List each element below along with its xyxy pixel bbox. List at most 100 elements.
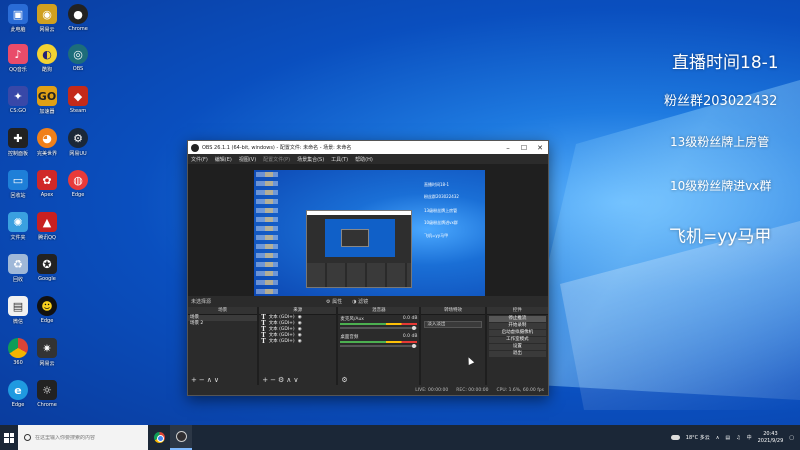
desktop-icon[interactable]: ✚ 控制面板: [3, 128, 33, 157]
filters-button[interactable]: ◑ 滤镜: [352, 298, 368, 305]
qq-icon: ☻: [37, 296, 57, 316]
desktop-icon[interactable]: 360: [3, 338, 33, 366]
desktop-icon[interactable]: ▲ 腾讯QQ: [32, 212, 62, 241]
slider-knob[interactable]: [412, 326, 417, 330]
overlay-fan-group: 粉丝群203022432: [664, 94, 778, 109]
edge-icon: e: [8, 380, 28, 400]
obs-app-icon: ●: [68, 4, 88, 24]
transition-select[interactable]: 淡入淡出: [424, 321, 482, 328]
minimize-icon[interactable]: –: [500, 144, 516, 152]
start-button[interactable]: [0, 425, 18, 450]
app-icon: ◐: [37, 44, 57, 64]
studio-mode-button[interactable]: 工作室模式: [488, 337, 546, 343]
desktop-icon[interactable]: ☻ Edge: [32, 296, 62, 324]
mixer-channel: 桌面音频 0.0 dB: [338, 333, 419, 351]
maximize-icon[interactable]: ☐: [516, 144, 532, 152]
scene-item[interactable]: 场景 2: [188, 321, 257, 327]
source-toolbar: 未选择源 ⚙ 属性 ◑ 滤镜: [188, 296, 548, 306]
taskbar-chrome[interactable]: [148, 425, 170, 450]
obs-window-title: OBS 26.1.1 (64-bit, windows) - 配置文件: 未命名…: [202, 145, 352, 151]
preview-icons: [265, 172, 273, 298]
desktop-icon[interactable]: ✷ 网易云: [32, 338, 62, 367]
tray-chevron-icon[interactable]: ∧: [716, 435, 720, 441]
eye-icon[interactable]: ◉: [298, 339, 302, 345]
scenes-header: 场景: [188, 307, 258, 315]
properties-label: 属性: [332, 298, 343, 305]
network-icon[interactable]: ▤: [725, 435, 730, 441]
preview-overlay-text: 10级粉丝牌进vx群: [424, 220, 458, 225]
scene-toolbar[interactable]: +−∧∨: [188, 375, 257, 385]
desktop-icon[interactable]: ⚙ 网易UU: [63, 128, 93, 157]
desktop-icon[interactable]: ✿ Apex: [32, 170, 62, 198]
desktop-icon[interactable]: ▣ 此电脑: [3, 4, 33, 33]
desktop-icon[interactable]: ☼ Chrome: [32, 380, 62, 408]
desktop-icon[interactable]: ◉ 网易云: [32, 4, 62, 33]
obs-window[interactable]: OBS 26.1.1 (64-bit, windows) - 配置文件: 未命名…: [187, 140, 549, 396]
desktop-icon[interactable]: ✪ Google: [32, 254, 62, 282]
obs-preview[interactable]: 直播时间18-1 粉丝群203022432 13级粉丝牌上房管 10级粉丝牌进v…: [188, 164, 548, 302]
search-input[interactable]: [35, 434, 145, 441]
overlay-yy-account: 飞机=yy马甲: [669, 227, 772, 247]
recycle-bin-icon: ♻: [8, 254, 28, 274]
menu-help[interactable]: 帮助(H): [355, 156, 373, 163]
desktop-icon[interactable]: ◍ Edge: [63, 170, 93, 198]
menu-view[interactable]: 视图(V): [239, 156, 256, 163]
settings-button[interactable]: 设置: [488, 344, 546, 350]
volume-slider[interactable]: [340, 344, 418, 348]
desktop-icon[interactable]: ♻ 回收: [3, 254, 33, 283]
desktop-icon[interactable]: GO 加速器: [32, 86, 62, 115]
menu-tools[interactable]: 工具(T): [331, 156, 348, 163]
taskbar-obs[interactable]: [170, 425, 192, 450]
mixer-toolbar[interactable]: ⚙: [338, 375, 419, 385]
menu-profile[interactable]: 配置文件(P): [263, 156, 290, 163]
desktop-icon[interactable]: ◎ OBS: [63, 44, 93, 72]
exit-button[interactable]: 退出: [488, 351, 546, 357]
desktop-icon[interactable]: e Edge: [3, 380, 33, 408]
close-icon[interactable]: ✕: [532, 144, 548, 152]
ime-icon[interactable]: 中: [747, 434, 752, 441]
controls-dock: 控件 停止推流 开始录制 启动虚拟摄像机 工作室模式 设置 退出: [486, 307, 548, 385]
clock[interactable]: 20:43 2021/9/29: [758, 431, 784, 445]
start-recording-button[interactable]: 开始录制: [488, 323, 546, 329]
desktop-icon[interactable]: ◕ 完美世界: [32, 128, 62, 157]
scenes-dock: 场景 场景 场景 2 +−∧∨: [188, 307, 258, 385]
volume-slider[interactable]: [340, 326, 418, 330]
source-item[interactable]: T 文本 (GDI+) ◉: [259, 339, 336, 345]
virtual-camera-button[interactable]: 启动虚拟摄像机: [488, 330, 546, 336]
obs-title-bar[interactable]: OBS 26.1.1 (64-bit, windows) - 配置文件: 未命名…: [188, 141, 548, 154]
properties-button[interactable]: ⚙ 属性: [326, 298, 342, 305]
app-icon: ◕: [37, 128, 57, 148]
sources-header: 来源: [259, 307, 337, 315]
channel-db: 0.0 dB: [402, 334, 418, 339]
weather-text[interactable]: 18°C 多云: [686, 434, 710, 441]
volume-meter: [340, 341, 418, 343]
desktop-icon[interactable]: ● Chrome: [63, 4, 93, 32]
menu-scene-collection[interactable]: 场景集合(S): [297, 156, 324, 163]
preview-overlay-text: 直播时间18-1: [424, 182, 450, 187]
desktop-icon[interactable]: ✺ 文件夹: [3, 212, 33, 241]
app-icon: ◉: [37, 4, 57, 24]
desktop-icon[interactable]: ◆ Steam: [63, 86, 93, 114]
menu-file[interactable]: 文件(F): [191, 156, 208, 163]
windows-taskbar: 18°C 多云 ∧ ▤ ♫ 中 20:43 2021/9/29 ▢: [0, 425, 800, 450]
system-tray: 18°C 多云 ∧ ▤ ♫ 中 20:43 2021/9/29 ▢: [670, 425, 794, 450]
desktop-icon[interactable]: ◐ 酷狗: [32, 44, 62, 73]
desktop-icon[interactable]: ▭ 回收站: [3, 170, 33, 199]
taskbar-search[interactable]: [18, 425, 148, 450]
preview-overlay-text: 飞机=yy马甲: [424, 233, 449, 238]
desktop-icon[interactable]: ▤ 微信: [3, 296, 33, 325]
weather-icon: [670, 435, 680, 440]
menu-edit[interactable]: 编辑(E): [215, 156, 232, 163]
cpu-status: CPU: 1.6%, 60.00 fps: [496, 387, 545, 393]
notification-icon[interactable]: ▢: [789, 435, 794, 441]
obs-logo-icon: [191, 143, 199, 152]
stop-streaming-button[interactable]: 停止推流: [488, 316, 546, 322]
volume-icon[interactable]: ♫: [736, 435, 740, 441]
desktop-icon[interactable]: ♪ QQ音乐: [3, 44, 33, 73]
slider-knob[interactable]: [412, 344, 417, 348]
preview-desktop-capture: 直播时间18-1 粉丝群203022432 13级粉丝牌上房管 10级粉丝牌进v…: [254, 170, 485, 302]
csgo-icon: GO: [37, 86, 57, 106]
game-icon: ✚: [8, 128, 28, 148]
desktop-icon[interactable]: ✦ CS:GO: [3, 86, 33, 114]
source-toolbar[interactable]: +−⚙∧∨: [259, 375, 336, 385]
